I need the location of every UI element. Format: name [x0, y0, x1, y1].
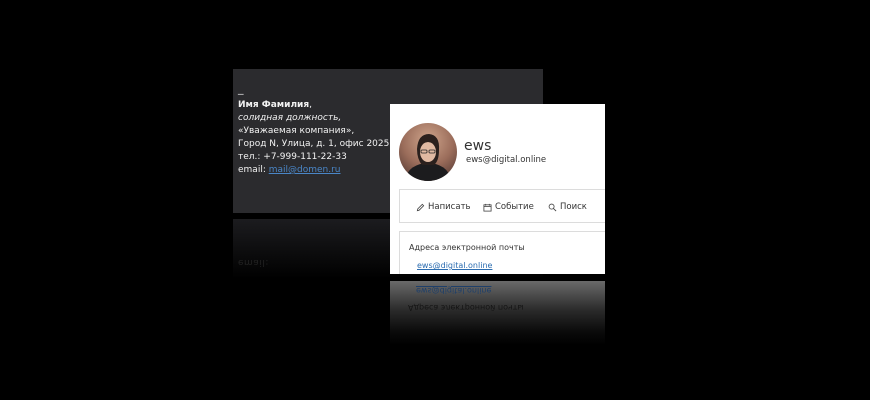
signature-name: Имя Фамилия — [238, 100, 310, 110]
signature-reflection-ghost: email: — [238, 257, 269, 267]
email-addresses-title: Адреса электронной почты — [409, 243, 525, 252]
write-button-label: Написать — [428, 202, 471, 212]
signature-dash: _ — [238, 82, 244, 95]
contact-email: ews@digital.online — [466, 155, 547, 165]
event-button[interactable]: Событие — [483, 202, 534, 212]
signature-email-label: email: — [238, 165, 269, 175]
search-button-label: Поиск — [560, 202, 587, 212]
contact-card-reflection: ews@digital.online Адреса электронной по… — [390, 281, 605, 345]
contact-name: ews — [464, 138, 492, 154]
signature-email-link[interactable]: mail@domen.ru — [269, 165, 341, 175]
signature-name-suffix: , — [309, 100, 313, 110]
event-button-label: Событие — [495, 202, 534, 212]
reflection-emails-title: Адреса электронной почты — [408, 303, 524, 312]
search-button[interactable]: Поиск — [548, 202, 587, 212]
pencil-icon — [416, 203, 425, 211]
email-address-link[interactable]: ews@digital.online — [417, 261, 492, 270]
email-addresses-section: Адреса электронной почты ews@digital.onl… — [399, 231, 605, 274]
avatar[interactable] — [399, 123, 457, 181]
contact-actions-bar: Написать Событие Поиск — [399, 189, 605, 223]
calendar-icon — [483, 203, 492, 212]
reflection-email-link: ews@digital.online — [416, 286, 492, 295]
contact-card: ews ews@digital.online Написать Событие … — [390, 104, 605, 274]
search-icon — [548, 203, 557, 211]
write-button[interactable]: Написать — [416, 202, 471, 212]
